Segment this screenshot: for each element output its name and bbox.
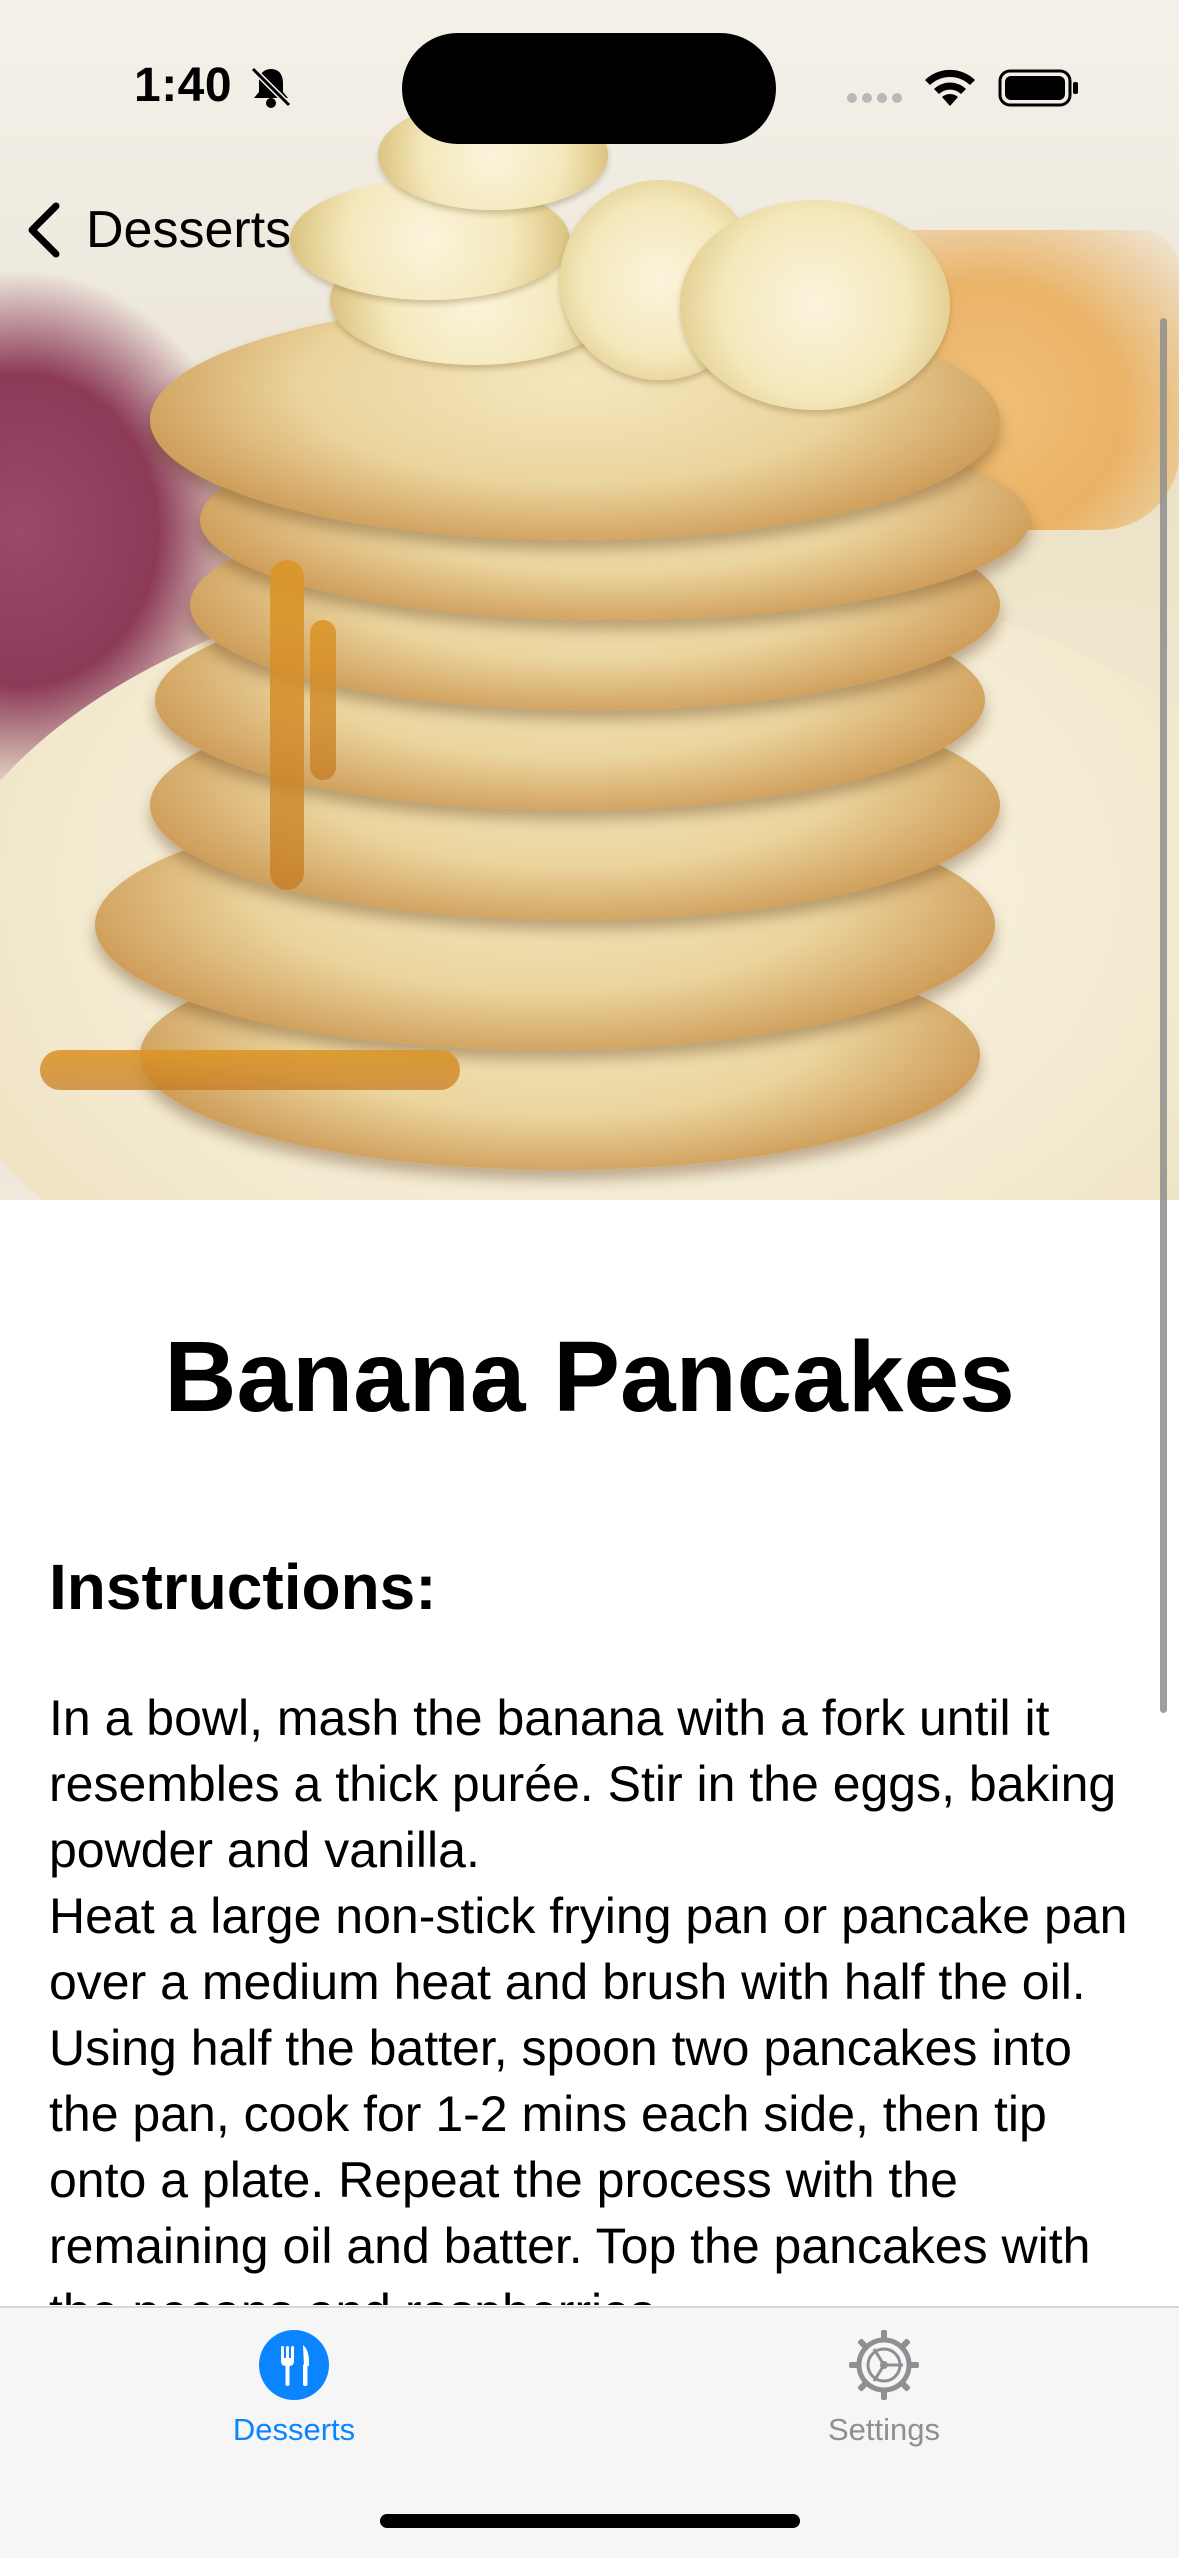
status-time: 1:40 bbox=[134, 59, 233, 112]
scroll-indicator[interactable] bbox=[1160, 318, 1167, 1713]
tab-settings[interactable]: Settings bbox=[734, 2328, 1034, 2448]
syrup-drip bbox=[40, 1050, 460, 1090]
tab-settings-label: Settings bbox=[827, 2412, 940, 2447]
recipe-hero-image bbox=[0, 0, 1179, 1200]
home-indicator[interactable] bbox=[380, 2514, 800, 2528]
wifi-icon bbox=[925, 69, 975, 106]
syrup-drip bbox=[310, 620, 336, 780]
tab-desserts-label: Desserts bbox=[232, 2412, 356, 2447]
syrup-drip bbox=[270, 560, 304, 890]
gear-icon bbox=[847, 2328, 921, 2402]
instructions-text: In a bowl, mash the banana with a fork u… bbox=[49, 1690, 1128, 2305]
dynamic-island bbox=[402, 33, 776, 144]
bell-slash-icon bbox=[250, 66, 292, 108]
banana-slice bbox=[680, 200, 950, 410]
fork-knife-icon bbox=[257, 2328, 331, 2402]
back-button[interactable]: Desserts bbox=[24, 190, 291, 270]
recipe-title: Banana Pancakes bbox=[164, 1321, 1015, 1433]
chevron-left-icon bbox=[28, 202, 60, 258]
instructions-heading: Instructions: bbox=[49, 1551, 437, 1623]
battery-icon bbox=[998, 69, 1078, 107]
cellular-signal-icon bbox=[847, 93, 902, 103]
back-button-label: Desserts bbox=[86, 201, 292, 259]
tab-desserts[interactable]: Desserts bbox=[144, 2328, 444, 2448]
